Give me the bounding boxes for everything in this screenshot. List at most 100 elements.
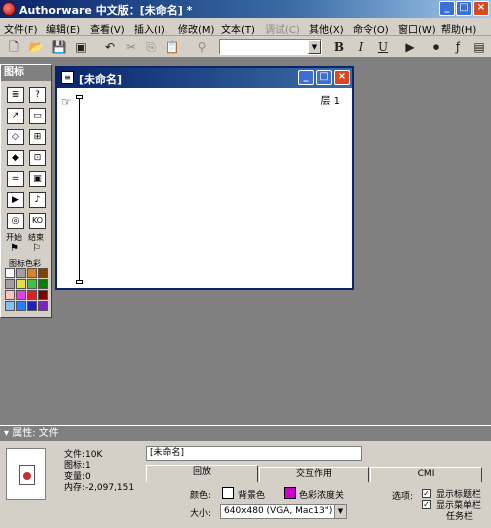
cut-icon[interactable]: ✂ bbox=[123, 39, 139, 55]
save-all-icon[interactable]: 💾 bbox=[51, 39, 67, 55]
color-swatch[interactable] bbox=[38, 290, 48, 300]
show-menu-bar-checkbox[interactable]: ✓ bbox=[422, 500, 431, 509]
properties-title-text: 属性: 文件 bbox=[12, 428, 59, 439]
find-icon[interactable]: ⚲ bbox=[194, 39, 210, 55]
chevron-down-icon[interactable]: ▼ bbox=[334, 505, 346, 518]
color-swatch[interactable] bbox=[16, 268, 26, 278]
show-title-bar-checkbox[interactable]: ✓ bbox=[422, 489, 431, 498]
end-flag-icon[interactable]: ⚐ bbox=[32, 243, 41, 254]
color-swatch[interactable] bbox=[38, 268, 48, 278]
color-swatch[interactable] bbox=[27, 290, 37, 300]
flowchart-close-button[interactable]: × bbox=[334, 70, 350, 85]
menu-modify[interactable]: 修改(M) bbox=[178, 21, 214, 36]
toolbar: 🗋 📂 💾 ▣ ↶ ✂ ⎘ 📋 ⚲ ▼ B I U ▶ ⏺ ƒ ▤ bbox=[0, 36, 491, 58]
start-flag-icon[interactable]: ⚑ bbox=[10, 243, 19, 254]
italic-button[interactable]: I bbox=[353, 39, 369, 55]
size-select-value: 640x480 (VGA, Mac13") bbox=[224, 506, 333, 516]
underline-button[interactable]: U bbox=[375, 39, 391, 55]
menu-insert[interactable]: 插入(I) bbox=[134, 21, 165, 36]
color-swatch[interactable] bbox=[5, 268, 15, 278]
chevron-down-icon[interactable]: ▼ bbox=[308, 40, 321, 54]
tab-cmi[interactable]: CMI bbox=[370, 467, 482, 482]
menu-help[interactable]: 帮助(H) bbox=[441, 21, 476, 36]
paste-icon[interactable]: 📋 bbox=[164, 39, 180, 55]
menu-view[interactable]: 查看(V) bbox=[90, 21, 125, 36]
motion-icon[interactable]: ↗ bbox=[7, 108, 24, 124]
flowchart-titlebar: ≡ [未命名] _ □ × bbox=[57, 68, 352, 88]
display-icon[interactable]: ≣ bbox=[7, 87, 24, 103]
color-swatch[interactable] bbox=[5, 279, 15, 289]
variables-icon[interactable]: ▤ bbox=[471, 39, 487, 55]
menu-debug[interactable]: 调试(C) bbox=[265, 21, 300, 36]
flowchart-minimize-button[interactable]: _ bbox=[298, 70, 314, 85]
wait-icon[interactable]: ? bbox=[29, 87, 46, 103]
main-flowline[interactable] bbox=[79, 98, 80, 282]
color-swatch[interactable] bbox=[5, 301, 15, 311]
bold-button[interactable]: B bbox=[331, 39, 347, 55]
chroma-key-label: 色彩浓度关 bbox=[299, 491, 345, 501]
open-file-icon[interactable]: 📂 bbox=[28, 39, 44, 55]
color-swatch[interactable] bbox=[5, 290, 15, 300]
minimize-button[interactable]: _ bbox=[439, 1, 455, 16]
framework-icon[interactable]: ⊞ bbox=[29, 129, 46, 145]
background-color-chip[interactable] bbox=[222, 487, 234, 499]
icon-palette: 图标 ≣ ? ↗ ▭ ◇ ⊞ ◆ ⊡ = ▣ ▶ ♪ ◎ KO 开始 结束 ⚑ … bbox=[0, 64, 52, 318]
new-file-icon[interactable]: 🗋 bbox=[6, 39, 22, 55]
color-swatch[interactable] bbox=[16, 301, 26, 311]
paste-hand-icon: ☞ bbox=[61, 95, 72, 109]
menu-other[interactable]: 其他(X) bbox=[309, 21, 344, 36]
tab-interaction[interactable]: 交互作用 bbox=[259, 467, 369, 482]
digital-movie-icon[interactable]: ▶ bbox=[7, 192, 24, 208]
menu-file[interactable]: 文件(F) bbox=[4, 21, 38, 36]
properties-title: ▾ 属性: 文件 bbox=[0, 426, 491, 441]
color-swatch[interactable] bbox=[16, 279, 26, 289]
knowledge-object-icon[interactable]: KO bbox=[29, 213, 46, 229]
size-label: 大小: bbox=[190, 509, 212, 519]
size-select[interactable]: 640x480 (VGA, Mac13") ▼ bbox=[220, 504, 347, 519]
menu-commands[interactable]: 命令(O) bbox=[353, 21, 389, 36]
flowline-end-cap bbox=[76, 280, 83, 284]
menu-text[interactable]: 文本(T) bbox=[221, 21, 255, 36]
color-swatch[interactable] bbox=[27, 268, 37, 278]
undo-icon[interactable]: ↶ bbox=[102, 39, 118, 55]
app-titlebar: Authorware 中文版：[未命名] * _ □ × bbox=[0, 0, 491, 18]
functions-icon[interactable]: ƒ bbox=[450, 39, 466, 55]
color-swatch[interactable] bbox=[38, 279, 48, 289]
memory-info: 内存:-2,097,151 bbox=[64, 483, 135, 493]
maximize-button[interactable]: □ bbox=[456, 1, 472, 16]
tab-playback[interactable]: 回放 bbox=[146, 465, 258, 482]
color-swatch[interactable] bbox=[27, 279, 37, 289]
control-panel-icon[interactable]: ⏺ bbox=[428, 39, 444, 55]
import-icon[interactable]: ▣ bbox=[73, 39, 89, 55]
erase-icon[interactable]: ▭ bbox=[29, 108, 46, 124]
calculation-icon[interactable]: = bbox=[7, 171, 24, 187]
navigate-icon[interactable]: ◇ bbox=[7, 129, 24, 145]
restart-icon[interactable]: ▶ bbox=[402, 39, 418, 55]
color-swatch[interactable] bbox=[16, 290, 26, 300]
chroma-key-chip[interactable] bbox=[284, 487, 296, 499]
flowchart-maximize-button[interactable]: □ bbox=[316, 70, 332, 85]
font-select[interactable]: ▼ bbox=[219, 39, 322, 55]
authorware-logo-icon bbox=[2, 2, 16, 16]
menu-window[interactable]: 窗口(W) bbox=[398, 21, 436, 36]
color-swatch[interactable] bbox=[27, 301, 37, 311]
background-color-label: 背景色 bbox=[238, 491, 266, 501]
dvd-icon[interactable]: ◎ bbox=[7, 213, 24, 229]
menu-edit[interactable]: 编辑(E) bbox=[46, 21, 80, 36]
copy-icon[interactable]: ⎘ bbox=[143, 39, 159, 55]
show-taskbar-label: 任务栏 bbox=[446, 512, 474, 522]
file-name-field[interactable]: [未命名] bbox=[146, 446, 362, 461]
sound-icon[interactable]: ♪ bbox=[29, 192, 46, 208]
start-flag-label: 开始 bbox=[6, 233, 22, 242]
menu-bar: 文件(F) 编辑(E) 查看(V) 插入(I) 修改(M) 文本(T) 调试(C… bbox=[0, 18, 491, 36]
file-icon bbox=[19, 465, 35, 485]
interaction-icon[interactable]: ⊡ bbox=[29, 150, 46, 166]
map-icon[interactable]: ▣ bbox=[29, 171, 46, 187]
close-button[interactable]: × bbox=[473, 1, 489, 16]
decision-icon[interactable]: ◆ bbox=[7, 150, 24, 166]
options-label: 选项: bbox=[392, 492, 414, 502]
window-title: Authorware 中文版：[未命名] * bbox=[19, 4, 193, 17]
collapse-arrow-icon[interactable]: ▾ bbox=[4, 428, 12, 439]
color-swatch[interactable] bbox=[38, 301, 48, 311]
flowchart-canvas[interactable]: ☞ 层 1 bbox=[57, 88, 352, 288]
